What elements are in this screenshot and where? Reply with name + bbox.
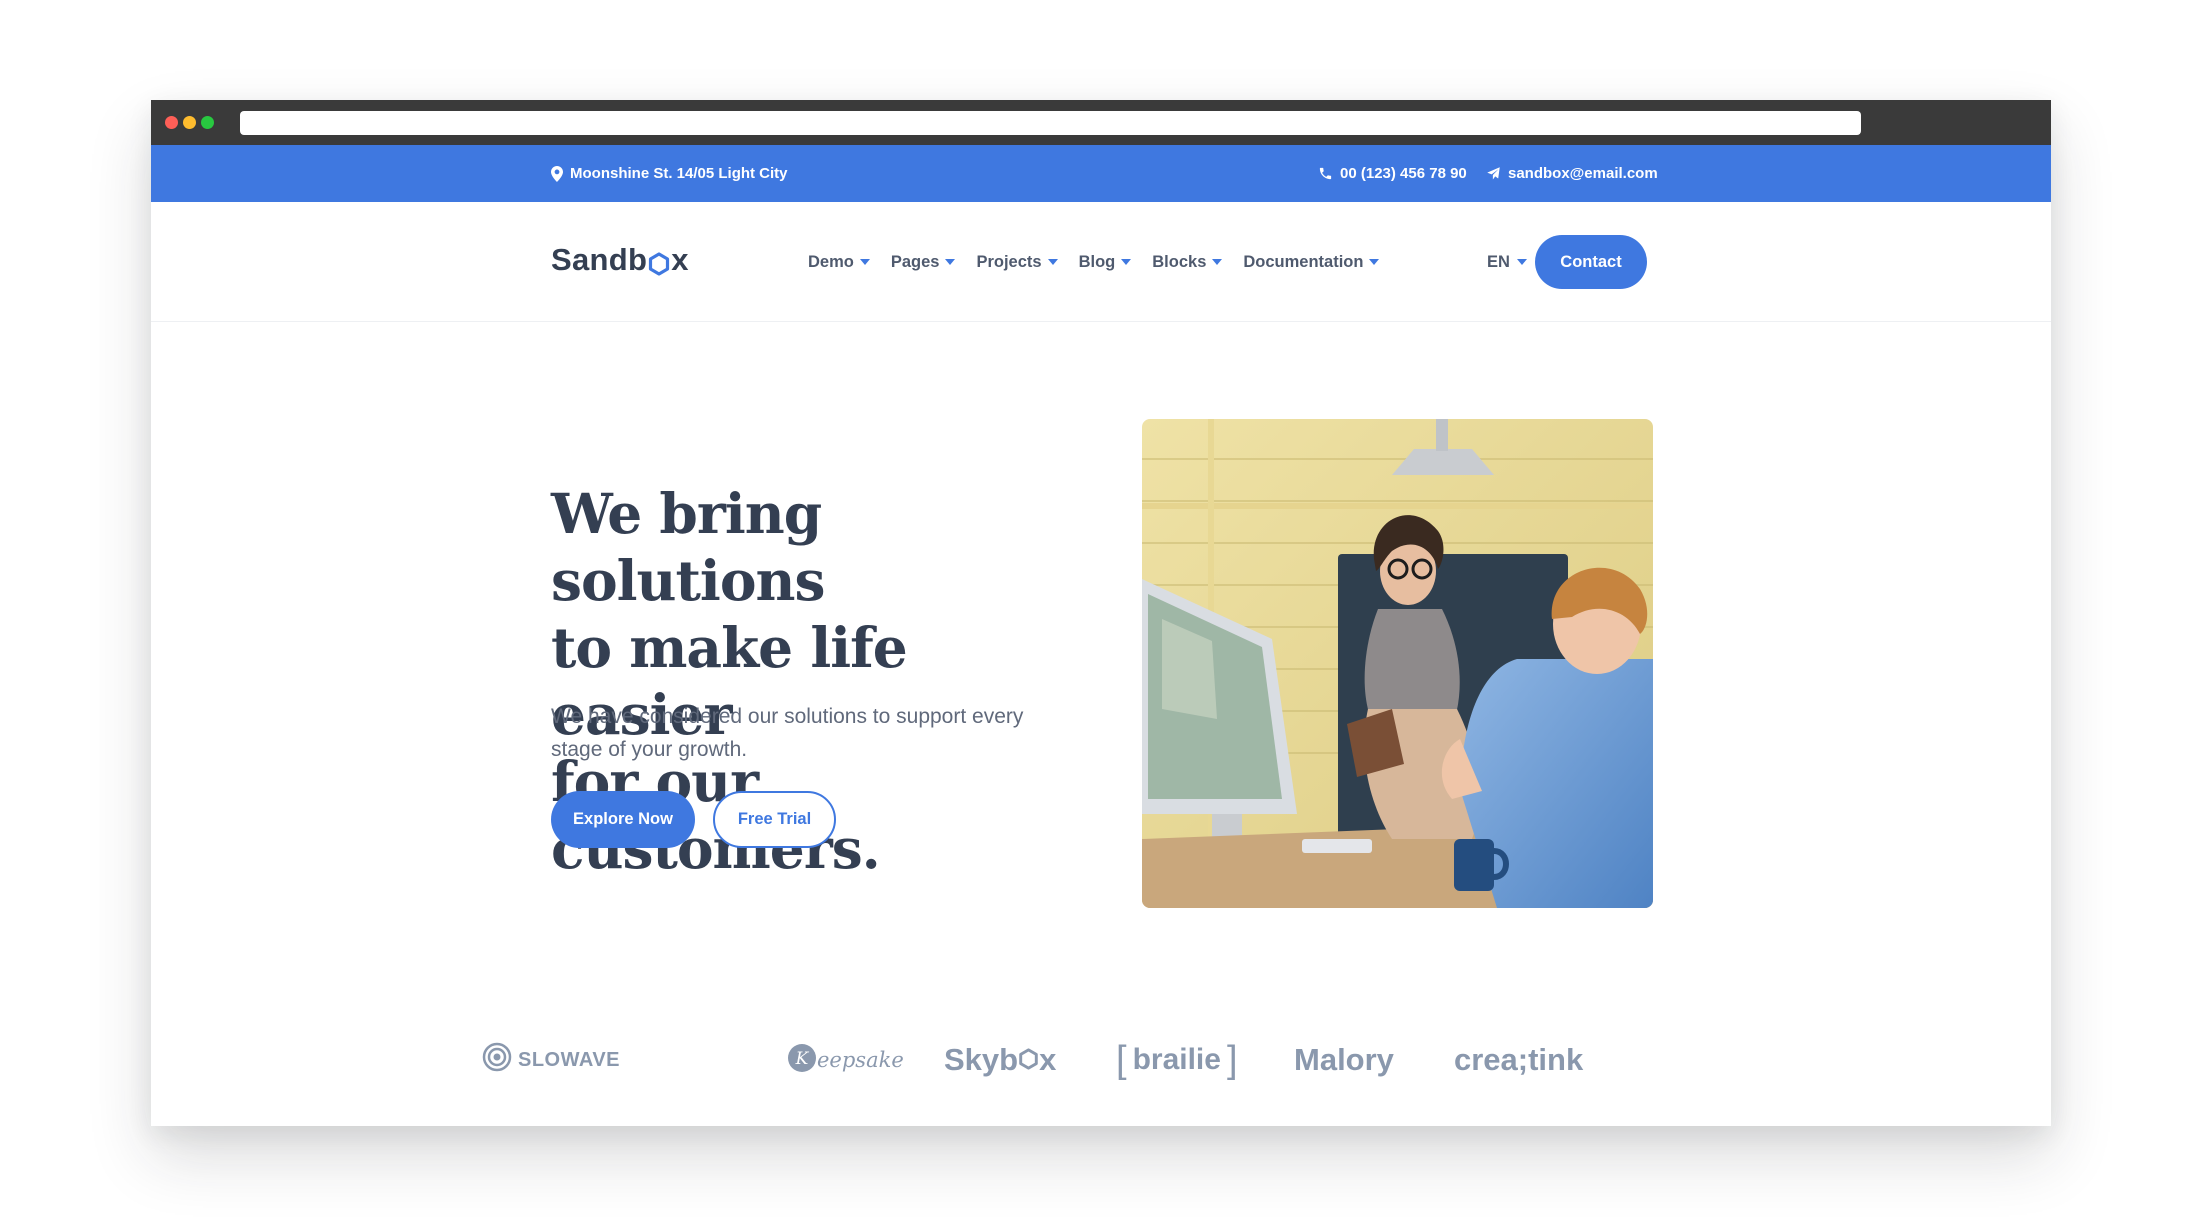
nav-item-demo[interactable]: Demo [808,253,870,272]
nav-label: Blog [1078,252,1116,271]
browser-window: Moonshine St. 14/05 Light City 00 (123) … [151,100,2051,1126]
client-name: crea;tink [1454,1042,1584,1077]
top-info-bar: Moonshine St. 14/05 Light City 00 (123) … [151,145,2051,202]
client-logo-keepsake: K eepsake [787,1030,904,1090]
svg-text:K: K [795,1049,810,1069]
target-circle-icon [482,1042,512,1078]
chevron-down-icon [859,259,870,265]
hexagon-logo-icon [648,248,670,276]
close-window-button[interactable] [165,116,178,129]
language-selector[interactable]: EN [1487,202,1527,322]
nav-item-pages[interactable]: Pages [891,253,956,272]
chevron-down-icon [945,259,956,265]
email-info[interactable]: sandbox@email.com [1486,145,1658,202]
language-label: EN [1487,252,1510,271]
email-text: sandbox@email.com [1508,165,1658,182]
address-text: Moonshine St. 14/05 Light City [570,165,788,182]
primary-nav: Demo Pages Projects Blog Blocks Document… [808,202,1380,322]
send-icon [1486,166,1501,181]
chevron-down-icon [1212,259,1223,265]
maximize-window-button[interactable] [201,116,214,129]
minimize-window-button[interactable] [183,116,196,129]
logo-text-start: Sandb [551,242,648,277]
contact-button[interactable]: Contact [1535,235,1647,289]
client-name: SLOWAVE [518,1048,621,1071]
client-name-start: Skyb [944,1042,1019,1077]
nav-label: Blocks [1152,252,1207,271]
client-logos: SLOWAVE K eepsake Skyb x [ brailie ] Mal… [151,1030,2051,1090]
nav-item-documentation[interactable]: Documentation [1243,252,1380,272]
right-bracket-icon: ] [1226,1038,1238,1081]
site-logo[interactable]: Sandb x [551,242,689,278]
main-navbar: Sandb x Demo Pages Projects Blog Blocks … [151,202,2051,322]
nav-label: Pages [890,252,940,271]
free-trial-button[interactable]: Free Trial [713,791,836,848]
client-name: eepsake [817,1048,904,1072]
hero-subtitle: We have considered our solutions to supp… [551,705,1024,761]
logo-text-end: x [671,242,689,277]
nav-label: Documentation [1243,252,1364,271]
address-bar[interactable] [240,111,1861,135]
left-bracket-icon: [ [1116,1038,1127,1081]
client-logo-malory: Malory [1294,1030,1394,1090]
nav-item-blocks[interactable]: Blocks [1152,252,1223,272]
phone-text: 00 (123) 456 78 90 [1340,165,1467,182]
hexagon-logo-icon [1018,1042,1039,1078]
client-logo-skybox: Skyb x [944,1030,1056,1090]
address-info: Moonshine St. 14/05 Light City [551,145,788,202]
hero-office-photo [1142,419,1653,908]
client-name-end: x [1039,1042,1057,1077]
hero-title-line: We bring solutions [551,481,825,613]
chevron-down-icon [1121,259,1132,265]
nav-item-projects[interactable]: Projects [976,252,1058,272]
nav-label: Projects [976,252,1042,271]
k-badge-icon: K [787,1043,817,1078]
browser-chrome [151,100,2051,145]
phone-info[interactable]: 00 (123) 456 78 90 [1318,145,1467,202]
client-logo-slowave: SLOWAVE [482,1030,620,1090]
client-name: brailie [1132,1043,1221,1076]
chevron-down-icon [1369,259,1380,265]
client-name: Malory [1294,1042,1394,1077]
explore-now-button[interactable]: Explore Now [551,791,695,848]
nav-item-blog[interactable]: Blog [1079,253,1132,272]
client-logo-brailie: [ brailie ] [1116,1030,1238,1090]
phone-icon [1318,166,1333,181]
map-pin-icon [551,165,563,182]
client-logo-creatink: crea;tink [1454,1030,1583,1090]
chevron-down-icon [1047,259,1058,265]
chevron-down-icon [1516,259,1527,265]
nav-label: Demo [808,252,854,271]
